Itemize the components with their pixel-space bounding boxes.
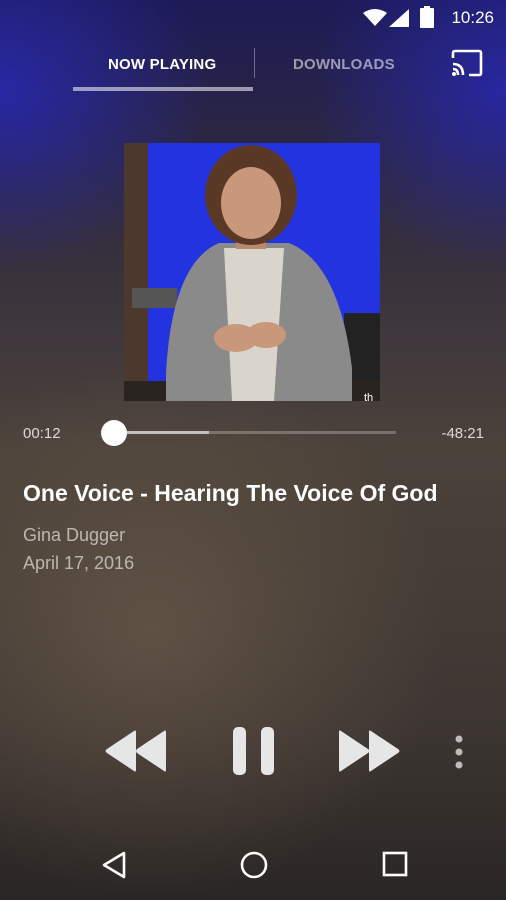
tab-downloads[interactable]: DOWNLOADS <box>293 56 395 73</box>
episode-artwork: th <box>124 143 380 401</box>
battery-icon <box>420 6 434 28</box>
status-bar: 10:26 <box>0 0 506 36</box>
home-icon[interactable] <box>239 850 269 880</box>
seek-thumb[interactable] <box>101 420 128 446</box>
tab-bar: NOW PLAYING DOWNLOADS <box>0 36 506 96</box>
tab-now-playing[interactable]: NOW PLAYING <box>108 56 216 73</box>
episode-date: April 17, 2016 <box>23 553 135 573</box>
remaining-time: -48:21 <box>441 425 484 442</box>
episode-speaker: Gina Dugger <box>23 525 126 545</box>
wifi-icon <box>363 9 387 26</box>
more-vert-icon[interactable] <box>453 735 465 769</box>
elapsed-time: 00:12 <box>23 425 61 442</box>
tab-active-indicator <box>73 87 253 91</box>
status-time: 10:26 <box>451 8 494 27</box>
tab-divider <box>254 48 255 78</box>
svg-text:th: th <box>364 392 373 401</box>
pause-icon[interactable] <box>233 727 275 775</box>
speaker-photo: th <box>124 143 380 401</box>
seek-buffered <box>113 431 210 434</box>
rewind-icon[interactable] <box>104 729 168 773</box>
recents-icon[interactable] <box>381 850 409 878</box>
signal-icon <box>389 9 409 27</box>
cast-icon[interactable] <box>450 49 484 77</box>
fast-forward-icon[interactable] <box>339 729 403 773</box>
seek-bar[interactable] <box>113 431 396 434</box>
back-icon[interactable] <box>100 850 128 880</box>
episode-title: One Voice - Hearing The Voice Of God <box>23 480 438 506</box>
system-nav-bar <box>0 832 506 900</box>
